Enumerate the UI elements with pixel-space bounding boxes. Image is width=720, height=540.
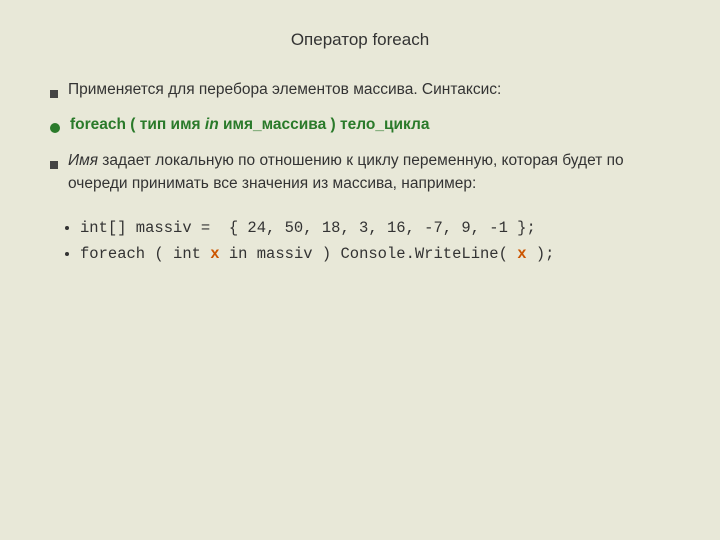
- list-item-text-foreach: foreach ( тип имя in имя_массива ) тело_…: [70, 113, 429, 136]
- list-item-desc: Имя задает локальную по отношению к цикл…: [50, 149, 670, 196]
- page: Оператор foreach Применяется для перебор…: [0, 0, 720, 540]
- bullet-list: Применяется для перебора элементов масси…: [50, 78, 670, 195]
- circle-bullet-icon: [50, 117, 60, 140]
- telo-keyword: тело_цикла: [340, 116, 429, 133]
- list-item: Применяется для перебора элементов масси…: [50, 78, 670, 105]
- list-item-text-desc: Имя задает локальную по отношению к цикл…: [68, 149, 670, 196]
- code-text-2: foreach ( int x in massiv ) Console.Writ…: [80, 245, 554, 263]
- code-line-1: int[] massiv = { 24, 50, 18, 3, 16, -7, …: [80, 215, 670, 241]
- code-line-2: foreach ( int x in massiv ) Console.Writ…: [80, 241, 670, 267]
- square-bullet-icon-2: [50, 153, 58, 176]
- page-title: Оператор foreach: [50, 30, 670, 50]
- x-var-1: x: [210, 245, 219, 263]
- list-item-text: Применяется для перебора элементов масси…: [68, 78, 501, 101]
- foreach-keyword: foreach (: [70, 116, 140, 133]
- foreach-massiv: имя_массива ): [219, 116, 340, 133]
- tip-keyword: тип: [140, 116, 166, 133]
- foreach-name: имя: [166, 116, 205, 133]
- code-list: int[] massiv = { 24, 50, 18, 3, 16, -7, …: [50, 215, 670, 268]
- list-item-foreach: foreach ( тип имя in имя_массива ) тело_…: [50, 113, 670, 140]
- square-bullet-icon: [50, 82, 58, 105]
- code-text-1: int[] massiv = { 24, 50, 18, 3, 16, -7, …: [80, 219, 536, 237]
- main-content: Применяется для перебора элементов масси…: [50, 78, 670, 268]
- in-keyword: in: [205, 116, 219, 133]
- imo-italic: Имя: [68, 152, 98, 169]
- x-var-2: x: [517, 245, 526, 263]
